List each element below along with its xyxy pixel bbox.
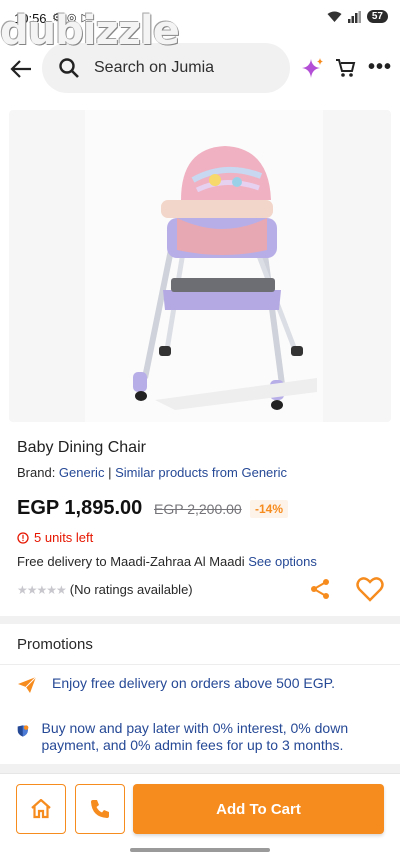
- brand-label: Brand:: [17, 465, 59, 480]
- search-input[interactable]: Search on Jumia: [94, 59, 214, 77]
- promotions-section: Promotions Enjoy free delivery on orders…: [0, 624, 400, 764]
- call-button[interactable]: [75, 784, 125, 834]
- product-image[interactable]: [9, 110, 391, 422]
- see-options-link[interactable]: See options: [248, 554, 317, 569]
- shield-icon: [17, 725, 29, 737]
- battery-icon: 57: [366, 10, 388, 23]
- add-to-cart-button[interactable]: Add To Cart: [133, 784, 384, 834]
- arrow-left-icon: [10, 60, 31, 78]
- divider: [0, 664, 400, 665]
- megaphone-icon: [18, 676, 37, 693]
- discount-badge: -14%: [250, 500, 289, 518]
- search-icon: [59, 58, 79, 78]
- system-icons: 57: [327, 10, 388, 23]
- warning-icon: [17, 531, 29, 544]
- home-icon: [31, 799, 51, 819]
- current-price: EGP 1,895.00: [17, 497, 143, 519]
- signal-icon: [347, 10, 361, 23]
- brand-line: Brand: Generic | Similar products from G…: [17, 465, 287, 480]
- bottom-action-bar: Add To Cart: [0, 773, 400, 857]
- delivery-text: Free delivery to Maadi-Zahraa Al Maadi: [17, 554, 249, 569]
- phone-icon: [91, 800, 109, 818]
- promotion-item[interactable]: Buy now and pay later with 0% interest, …: [16, 720, 386, 754]
- promotion-item[interactable]: Enjoy free delivery on orders above 500 …: [16, 675, 335, 695]
- promotion-text: Enjoy free delivery on orders above 500 …: [52, 675, 336, 691]
- sparkle-icon[interactable]: [300, 56, 326, 82]
- high-chair-image: [133, 146, 317, 410]
- wifi-icon: [327, 11, 342, 22]
- rating-text: (No ratings available): [69, 582, 193, 597]
- stock-text: 5 units left: [34, 530, 94, 545]
- old-price: EGP 2,200.00: [154, 501, 242, 517]
- wishlist-heart-icon[interactable]: [356, 576, 384, 602]
- product-title: Baby Dining Chair: [17, 439, 146, 456]
- delivery-info: Free delivery to Maadi-Zahraa Al Maadi S…: [17, 554, 317, 569]
- star-rating-icon: ★★★★★: [17, 582, 67, 597]
- back-button[interactable]: [8, 54, 34, 84]
- gesture-nav-handle[interactable]: [130, 848, 270, 852]
- promotion-text: Buy now and pay later with 0% interest, …: [41, 720, 349, 753]
- similar-products-link[interactable]: Similar products from Generic: [115, 465, 287, 480]
- promotions-title: Promotions: [17, 636, 93, 653]
- brand-separator: |: [104, 465, 116, 480]
- product-card: Baby Dining Chair Brand: Generic | Simil…: [0, 102, 400, 616]
- stock-status: 5 units left: [17, 530, 93, 545]
- brand-link[interactable]: Generic: [59, 465, 105, 480]
- cart-icon[interactable]: [335, 57, 357, 79]
- dubizzle-watermark: dubizzle: [0, 8, 180, 54]
- share-icon[interactable]: [308, 577, 332, 601]
- more-options-icon[interactable]: •••: [368, 56, 392, 79]
- home-button[interactable]: [16, 784, 66, 834]
- rating: ★★★★★ (No ratings available): [17, 582, 193, 597]
